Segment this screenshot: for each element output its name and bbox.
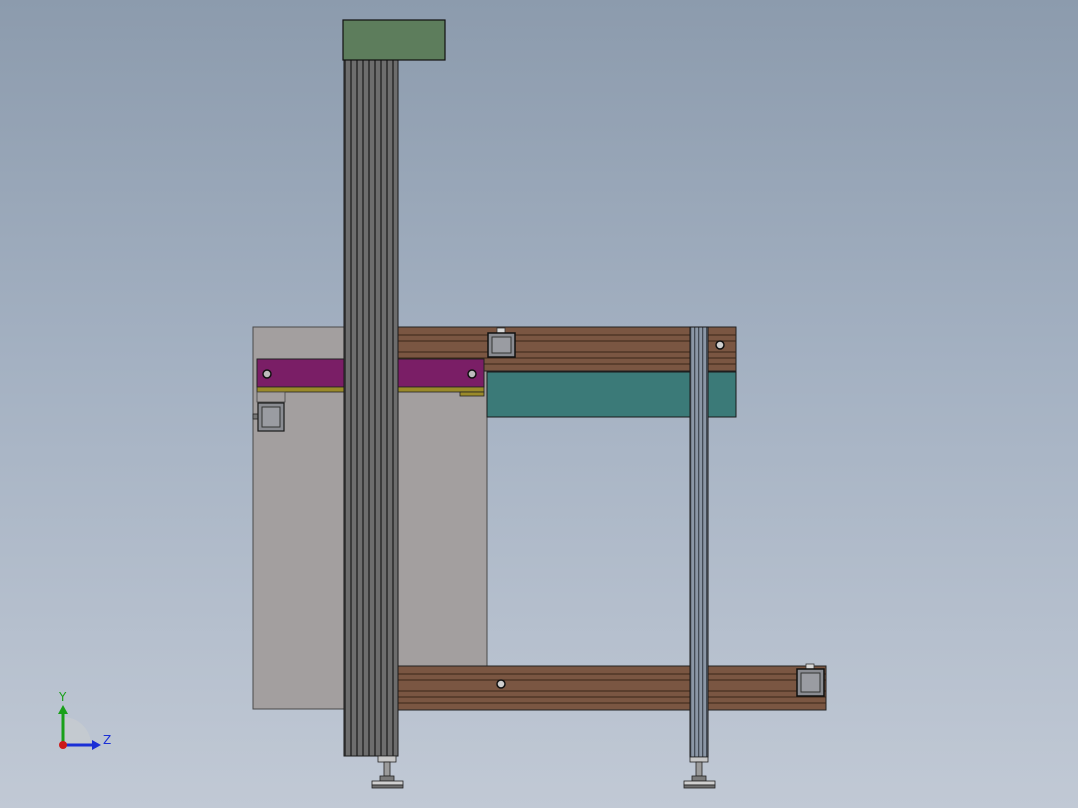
lower-rail-bolt-icon bbox=[496, 679, 506, 689]
left-motor-block[interactable] bbox=[252, 402, 285, 432]
lower-rail-motor[interactable] bbox=[796, 663, 825, 697]
thin-vertical-column[interactable] bbox=[689, 326, 709, 758]
orientation-triad: Y Z bbox=[58, 690, 111, 750]
beam-bolt-right-icon bbox=[467, 369, 477, 379]
upper-rail-bolt-icon bbox=[715, 340, 725, 350]
thin-column-foot[interactable] bbox=[683, 756, 716, 789]
lower-rail[interactable] bbox=[379, 665, 827, 711]
z-axis-label: Z bbox=[103, 733, 111, 747]
beam-bolt-left-icon bbox=[262, 369, 272, 379]
column-top-cap[interactable] bbox=[342, 19, 446, 61]
cad-model-view[interactable]: Y Z bbox=[0, 0, 1078, 808]
main-vertical-column[interactable] bbox=[343, 59, 399, 757]
main-column-foot[interactable] bbox=[371, 755, 404, 789]
y-axis-label: Y bbox=[58, 690, 67, 704]
upper-rail-motor[interactable] bbox=[487, 327, 516, 358]
triad-origin-icon bbox=[59, 741, 67, 749]
